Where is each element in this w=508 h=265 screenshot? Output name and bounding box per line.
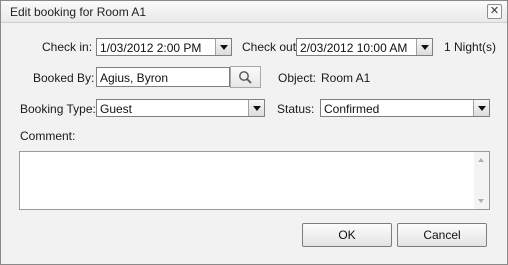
object-value: Room A1 xyxy=(321,71,371,85)
booking-type-select[interactable]: Guest xyxy=(96,99,265,117)
edit-booking-dialog: Edit booking for Room A1 ✕ Check in: 1/0… xyxy=(0,0,508,265)
booking-type-label: Booking Type: xyxy=(20,102,96,116)
booked-by-input[interactable]: Agius, Byron xyxy=(96,67,230,87)
booking-type-value: Guest xyxy=(100,102,133,116)
search-button[interactable] xyxy=(230,66,261,88)
checkin-label: Check in: xyxy=(42,40,93,54)
comment-textarea[interactable] xyxy=(19,151,490,210)
scroll-up-icon[interactable] xyxy=(478,158,484,162)
cancel-button[interactable]: Cancel xyxy=(397,223,487,247)
checkin-select[interactable]: 1/03/2012 2:00 PM xyxy=(96,38,232,56)
search-icon xyxy=(239,71,252,84)
title-bar: Edit booking for Room A1 ✕ xyxy=(1,1,507,23)
scroll-down-icon[interactable] xyxy=(478,199,484,203)
chevron-down-icon[interactable] xyxy=(473,100,489,116)
status-select[interactable]: Confirmed xyxy=(320,99,490,117)
status-label: Status: xyxy=(277,102,315,116)
booked-by-label: Booked By: xyxy=(33,71,95,85)
status-value: Confirmed xyxy=(324,102,380,116)
object-label: Object: xyxy=(278,71,317,85)
chevron-down-icon[interactable] xyxy=(416,39,432,55)
dialog-title: Edit booking for Room A1 xyxy=(10,5,147,19)
comment-label: Comment: xyxy=(20,129,76,143)
checkout-label: Check out: xyxy=(242,40,300,54)
checkout-select[interactable]: 2/03/2012 10:00 AM xyxy=(296,38,433,56)
nights-count: 1 Night(s) xyxy=(444,40,497,54)
checkout-value: 2/03/2012 10:00 AM xyxy=(300,41,408,55)
close-icon[interactable]: ✕ xyxy=(487,4,502,19)
ok-button[interactable]: OK xyxy=(302,223,392,247)
chevron-down-icon[interactable] xyxy=(215,39,231,55)
comment-scrollbar[interactable] xyxy=(474,152,489,209)
checkin-value: 1/03/2012 2:00 PM xyxy=(100,41,202,55)
booked-by-value: Agius, Byron xyxy=(100,71,169,85)
chevron-down-icon[interactable] xyxy=(248,100,264,116)
